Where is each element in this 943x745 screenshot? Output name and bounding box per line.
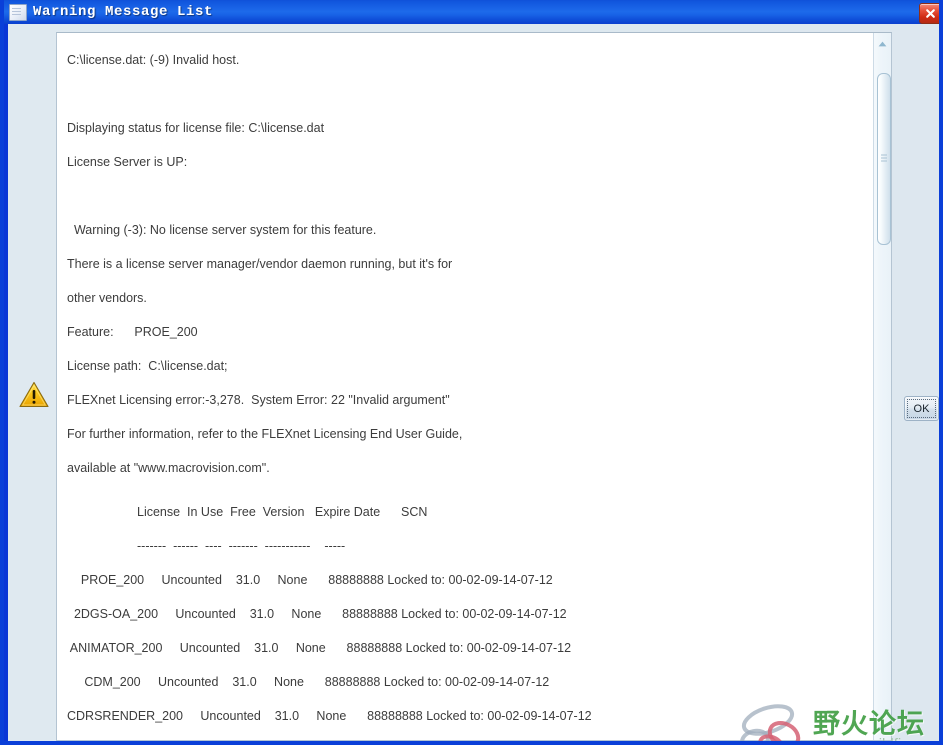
triangle-down-icon bbox=[878, 727, 887, 732]
ok-button-label: OK bbox=[913, 402, 930, 415]
title-bar[interactable]: Warning Message List bbox=[4, 0, 939, 24]
scroll-thumb[interactable] bbox=[877, 73, 891, 245]
message-line: available at "www.macrovision.com". bbox=[67, 461, 270, 475]
table-row: CDM_200 Uncounted 31.0 None 88888888 Loc… bbox=[67, 675, 550, 689]
message-line: License path: C:\license.dat; bbox=[67, 359, 228, 373]
table-row: CDRSRENDER_200 Uncounted 31.0 None 88888… bbox=[67, 709, 592, 723]
table-row: 2DGS-OA_200 Uncounted 31.0 None 88888888… bbox=[67, 607, 567, 621]
message-line: Feature: PROE_200 bbox=[67, 325, 198, 339]
message-line: other vendors. bbox=[67, 291, 147, 305]
dialog-body: OK C:\license.dat: (-9) Invalid host. Di… bbox=[8, 24, 939, 741]
close-icon bbox=[926, 9, 935, 18]
vertical-scrollbar[interactable] bbox=[873, 33, 891, 740]
license-table: License In Use Free Version Expire Date … bbox=[67, 495, 873, 733]
triangle-up-icon bbox=[878, 41, 887, 46]
warning-icon-container bbox=[14, 374, 54, 414]
message-line: FLEXnet Licensing error:-3,278. System E… bbox=[67, 393, 450, 407]
license-table-separator: ------- ------ ---- ------- ----------- … bbox=[137, 539, 346, 553]
scroll-down-button[interactable] bbox=[874, 721, 891, 738]
message-line: Displaying status for license file: C:\l… bbox=[67, 121, 325, 135]
message-scroll-area[interactable]: C:\license.dat: (-9) Invalid host. Displ… bbox=[57, 33, 873, 740]
ok-button[interactable]: OK bbox=[904, 396, 939, 421]
close-button[interactable] bbox=[919, 3, 939, 24]
message-text: C:\license.dat: (-9) Invalid host. Displ… bbox=[57, 33, 873, 733]
message-line: License Server is UP: bbox=[67, 155, 188, 169]
message-line: C:\license.dat: (-9) Invalid host. bbox=[67, 53, 240, 67]
window-title: Warning Message List bbox=[33, 4, 214, 20]
scroll-up-button[interactable] bbox=[874, 35, 891, 52]
message-line bbox=[67, 77, 873, 111]
message-line bbox=[67, 179, 873, 213]
message-panel: C:\license.dat: (-9) Invalid host. Displ… bbox=[56, 32, 892, 741]
license-table-header: License In Use Free Version Expire Date … bbox=[137, 505, 428, 519]
warning-message-window: Warning Message List OK C:\license.dat: … bbox=[0, 0, 943, 745]
message-line: For further information, refer to the FL… bbox=[67, 427, 463, 441]
table-row: PROE_200 Uncounted 31.0 None 88888888 Lo… bbox=[67, 573, 553, 587]
message-line: There is a license server manager/vendor… bbox=[67, 257, 453, 271]
message-line: Warning (-3): No license server system f… bbox=[67, 223, 377, 237]
document-icon bbox=[9, 3, 27, 21]
scroll-thumb-grip bbox=[881, 154, 887, 164]
warning-triangle-icon bbox=[19, 381, 49, 407]
table-row: ANIMATOR_200 Uncounted 31.0 None 8888888… bbox=[67, 641, 572, 655]
